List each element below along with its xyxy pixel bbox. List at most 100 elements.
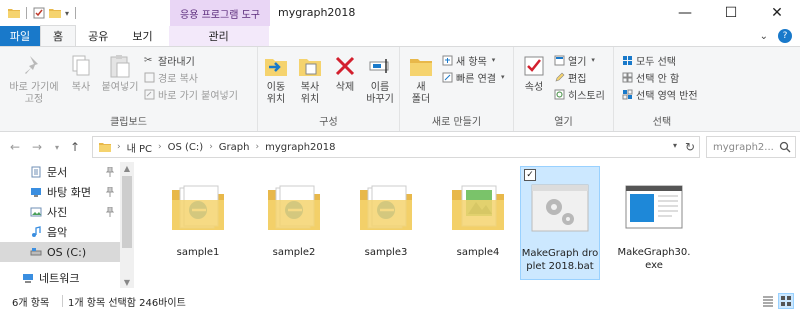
status-separator: [62, 295, 63, 307]
select-all-button[interactable]: 모두 선택: [622, 53, 676, 68]
file-item-bat[interactable]: ✓ MakeGraph droplet 2018.bat: [520, 166, 600, 280]
view-buttons: [760, 293, 794, 309]
documents-icon: [31, 166, 41, 178]
toolbar-separator: [26, 7, 27, 19]
large-icons-view-icon[interactable]: [778, 293, 794, 309]
dropdown-arrow-icon: ▾: [491, 56, 496, 64]
selection-info: 1개 항목 선택함 246바이트: [68, 298, 186, 309]
folder-ie-icon: [268, 185, 320, 230]
breadcrumb-separator-icon: ›: [255, 142, 260, 152]
file-item-folder[interactable]: sample3: [346, 166, 426, 280]
breadcrumb-separator-icon: ›: [209, 142, 213, 152]
details-view-icon[interactable]: [760, 293, 776, 309]
nav-item-drive[interactable]: OS (C:): [0, 242, 120, 262]
copy-button[interactable]: 복사: [64, 53, 98, 94]
folder-icon: [99, 143, 111, 152]
nav-item-network[interactable]: 네트워크: [0, 268, 120, 288]
cut-button[interactable]: ✂ 잘라내기: [144, 53, 195, 68]
navigation-pane: 문서 바탕 화면 사진 음악 OS (C:) 네트워크: [0, 162, 134, 288]
copy-path-button[interactable]: 경로 복사: [144, 70, 198, 85]
tab-home[interactable]: 홈: [40, 25, 77, 46]
refresh-icon[interactable]: ↻: [685, 140, 695, 154]
pin-icon[interactable]: [106, 187, 114, 197]
address-bar[interactable]: › 내 PC › OS (C:) › Graph › mygraph2018 ▾…: [92, 136, 700, 158]
close-button[interactable]: ✕: [754, 0, 800, 26]
breadcrumb-this-pc[interactable]: 내 PC: [127, 140, 152, 155]
file-item-folder[interactable]: sample1: [158, 166, 238, 280]
selection-checkbox[interactable]: ✓: [524, 169, 536, 181]
edit-icon: [555, 72, 565, 81]
folder-icon: [8, 9, 20, 18]
batch-gear-icon: [531, 184, 589, 232]
forward-arrow-icon[interactable]: →: [28, 138, 46, 156]
new-folder-button[interactable]: 새 폴더: [404, 53, 438, 106]
paste-shortcut-button[interactable]: 바로 가기 붙여넣기: [144, 87, 238, 102]
select-all-icon: [623, 55, 632, 65]
nav-scrollbar[interactable]: ▲ ▼: [120, 162, 134, 288]
move-to-button[interactable]: 이동 위치: [260, 53, 292, 106]
search-icon[interactable]: [779, 141, 791, 153]
nav-item-music[interactable]: 음악: [0, 222, 120, 242]
paste-shortcut-icon: [144, 89, 155, 99]
open-button[interactable]: 열기 ▾: [554, 53, 595, 68]
breadcrumb-separator-icon: ›: [158, 142, 162, 152]
tab-manage[interactable]: 관리: [168, 26, 269, 46]
maximize-button[interactable]: ☐: [708, 0, 754, 26]
recent-locations-icon[interactable]: ▾: [48, 138, 66, 156]
scroll-down-icon[interactable]: ▼: [120, 276, 134, 288]
properties-button[interactable]: 속성: [518, 53, 550, 94]
help-icon[interactable]: ?: [778, 29, 792, 43]
pin-icon: [25, 56, 38, 74]
breadcrumb-separator-icon: ›: [117, 142, 121, 152]
copy-to-button[interactable]: 복사 위치: [292, 53, 328, 106]
file-item-folder[interactable]: sample2: [254, 166, 334, 280]
file-name: MakeGraph30.exe: [617, 247, 691, 271]
nav-item-pictures[interactable]: 사진: [0, 202, 120, 222]
tab-share[interactable]: 공유: [76, 26, 120, 46]
pin-quick-access-button[interactable]: 바로 가기에 고정: [6, 53, 62, 106]
properties-check-icon[interactable]: [33, 7, 45, 19]
up-arrow-icon[interactable]: ↑: [66, 138, 84, 156]
tab-file[interactable]: 파일: [0, 26, 40, 46]
group-label-new: 새로 만들기: [431, 117, 482, 128]
delete-button[interactable]: 삭제: [330, 53, 360, 94]
scroll-up-icon[interactable]: ▲: [120, 162, 134, 174]
tab-view[interactable]: 보기: [120, 26, 164, 46]
rename-icon: [369, 59, 389, 73]
back-arrow-icon[interactable]: ←: [6, 138, 24, 156]
breadcrumb-mygraph2018[interactable]: mygraph2018: [265, 142, 335, 153]
group-select: 모두 선택 선택 안 함 선택 영역 반전 선택: [614, 47, 710, 131]
edit-button[interactable]: 편집: [554, 70, 586, 85]
file-name: sample1: [176, 247, 220, 258]
pin-icon[interactable]: [106, 207, 114, 217]
copy-folder-icon: [299, 59, 321, 76]
toolbar-separator: [75, 7, 77, 19]
address-dropdown-icon[interactable]: ▾: [673, 141, 677, 150]
easy-access-button[interactable]: 빠른 연결 ▾: [442, 70, 505, 85]
window-controls: — ☐ ✕: [662, 0, 800, 26]
pin-icon[interactable]: [106, 167, 114, 177]
rename-button[interactable]: 이름 바꾸기: [362, 53, 398, 106]
minimize-button[interactable]: —: [662, 0, 708, 26]
qat-dropdown-icon[interactable]: ▾: [65, 9, 69, 18]
group-label-open: 열기: [554, 117, 573, 128]
nav-item-documents[interactable]: 문서: [0, 162, 120, 182]
file-name: sample2: [272, 247, 316, 258]
new-item-button[interactable]: 새 항목 ▾: [442, 53, 496, 68]
history-button[interactable]: 히스토리: [554, 87, 605, 102]
paste-button[interactable]: 붙여넣기: [98, 53, 142, 94]
breadcrumb-drive[interactable]: OS (C:): [168, 142, 204, 153]
select-none-button[interactable]: 선택 안 함: [622, 70, 679, 85]
search-box[interactable]: mygraph2...: [706, 136, 796, 158]
ribbon-collapse-icon[interactable]: ⌄: [760, 31, 768, 42]
search-placeholder: mygraph2...: [713, 141, 774, 153]
breadcrumb-graph[interactable]: Graph: [219, 142, 250, 153]
invert-selection-button[interactable]: 선택 영역 반전: [622, 87, 698, 102]
group-clipboard: 바로 가기에 고정 복사 붙여넣기 ✂ 잘라내기 경로 복사 바로 가기 붙여넣…: [0, 47, 258, 131]
nav-item-desktop[interactable]: 바탕 화면: [0, 182, 120, 202]
scroll-thumb[interactable]: [122, 176, 132, 248]
file-item-folder[interactable]: sample4: [438, 166, 518, 280]
title-bar: ▾ 응용 프로그램 도구 mygraph2018 — ☐ ✕: [0, 0, 800, 26]
new-folder-icon[interactable]: [49, 7, 61, 19]
file-item-exe[interactable]: MakeGraph30.exe: [614, 166, 694, 280]
